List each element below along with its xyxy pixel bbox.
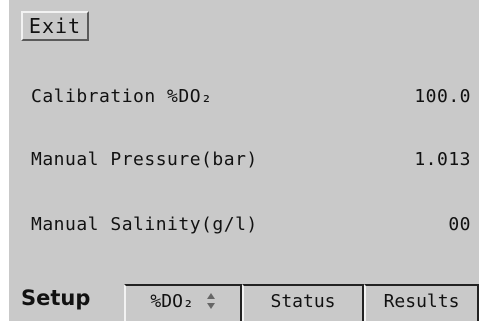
tab-results[interactable]: Results [364,284,479,321]
tab-status[interactable]: Status [242,284,364,321]
salinity-label: Manual Salinity(g/l) [31,214,258,235]
pressure-label: Manual Pressure(bar) [31,149,258,170]
up-down-arrows-icon [206,293,215,309]
tab-setup-label: Setup [21,286,91,310]
salinity-value[interactable]: 00 [448,210,471,240]
tab-status-label: Status [270,291,336,312]
device-screen: Exit Calibration %DO₂ 100.0 Manual Press… [9,0,479,321]
tab-results-label: Results [383,291,460,312]
pressure-setting-row[interactable]: Manual Pressure(bar) 1.013 [31,145,471,175]
calibration-value[interactable]: 100.0 [414,82,471,112]
tab-do2-label: %DO₂ [150,291,194,312]
tab-bar: Setup %DO₂ Status Results [9,276,479,321]
tab-setup[interactable]: Setup [9,276,122,321]
calibration-setting-row[interactable]: Calibration %DO₂ 100.0 [31,82,471,112]
calibration-label: Calibration %DO₂ [31,86,213,107]
exit-button[interactable]: Exit [21,11,89,41]
tab-do2[interactable]: %DO₂ [124,284,242,321]
salinity-setting-row[interactable]: Manual Salinity(g/l) 00 [31,210,471,240]
pressure-value[interactable]: 1.013 [414,145,471,175]
